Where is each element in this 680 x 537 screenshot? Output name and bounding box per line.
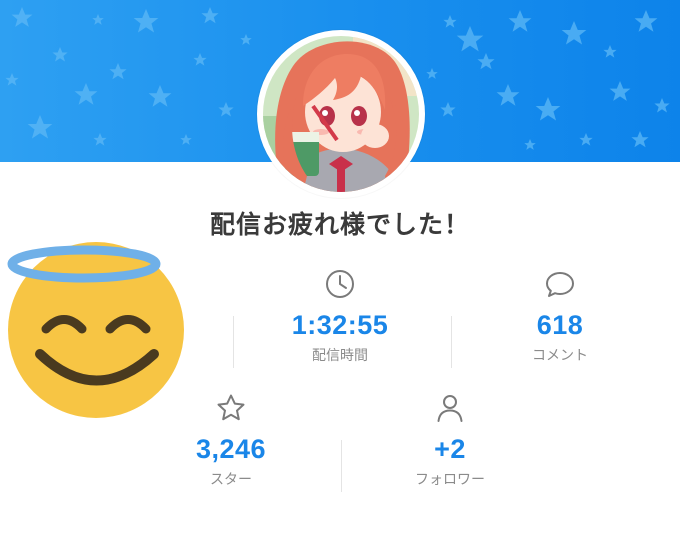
streamer-avatar[interactable] — [257, 30, 425, 198]
stat-value: +2 — [434, 434, 466, 464]
star-icon — [215, 392, 247, 424]
stat-followers: +2 フォロワー — [360, 392, 540, 489]
comment-icon — [544, 268, 576, 300]
avatar-illustration — [263, 36, 419, 192]
stat-label: 配信時間 — [312, 348, 368, 364]
person-icon — [434, 392, 466, 424]
stat-value: 618 — [536, 310, 584, 340]
stat-broadcast-time: 1:32:55 配信時間 — [250, 268, 430, 365]
stats-divider-3 — [341, 440, 342, 492]
stat-stars: 3,246 スター — [141, 392, 321, 489]
stat-label: コメント — [532, 348, 588, 364]
stats-divider-2 — [451, 316, 452, 368]
clock-icon — [324, 268, 356, 300]
stat-value: 1:32:55 — [291, 310, 389, 340]
stat-value: 3,246 — [195, 434, 267, 464]
stats-divider-1 — [233, 316, 234, 368]
stat-comments: 618 コメント — [470, 268, 650, 365]
stat-label: スター — [210, 472, 252, 488]
stat-label: フォロワー — [415, 472, 485, 488]
